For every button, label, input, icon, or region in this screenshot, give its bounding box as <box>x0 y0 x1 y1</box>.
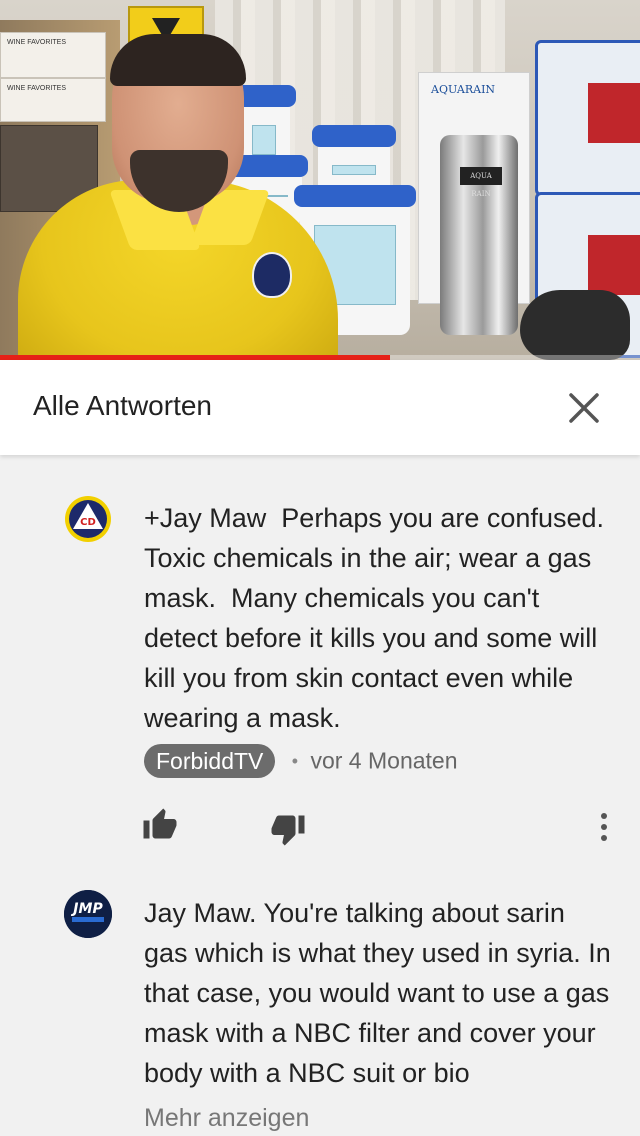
video-person-patch <box>252 252 292 298</box>
comment-actions <box>0 807 640 847</box>
like-button[interactable] <box>142 807 178 843</box>
avatar[interactable]: CD <box>64 495 112 543</box>
svg-text:CD: CD <box>80 517 96 528</box>
comment-text: +Jay Maw Perhaps you are confused. Toxic… <box>144 503 619 733</box>
svg-text:JMP: JMP <box>70 901 103 917</box>
show-more-link[interactable]: Mehr anzeigen <box>144 1104 309 1133</box>
panel-title: Alle Antworten <box>33 390 212 421</box>
video-box: WINE FAVORITES <box>0 32 106 78</box>
close-button[interactable] <box>562 386 606 430</box>
meta-separator: • <box>291 750 299 771</box>
avatar[interactable]: JMP <box>64 890 112 938</box>
jmp-logo-icon: JMP <box>64 890 112 938</box>
video-storage-bin <box>535 40 640 196</box>
comment-text: Jay Maw. You're talking about sarin gas … <box>144 898 619 1088</box>
thumbs-up-icon <box>143 808 177 839</box>
replies-list[interactable]: CD +Jay Maw Perhaps you are confused. To… <box>0 455 640 1136</box>
more-options-button[interactable] <box>592 807 616 847</box>
video-person-hair <box>110 34 246 86</box>
replies-panel-header: Alle Antworten <box>0 360 640 455</box>
dislike-button[interactable] <box>270 811 306 847</box>
video-player[interactable]: WINE FAVORITES WINE FAVORITES AQUARAIN A… <box>0 0 640 360</box>
thumbs-down-icon <box>271 815 305 846</box>
video-water-filter: AQUA RAIN <box>440 135 518 335</box>
more-vert-icon <box>601 813 607 841</box>
comment-timestamp: vor 4 Monaten <box>310 747 458 774</box>
comment-meta: ForbiddTV • vor 4 Monaten <box>144 744 458 778</box>
close-icon <box>569 393 599 423</box>
video-box: WINE FAVORITES <box>0 78 106 122</box>
video-gas-mask <box>520 290 630 360</box>
author-chip[interactable]: ForbiddTV <box>144 744 276 778</box>
civil-defense-logo-icon: CD <box>65 496 111 542</box>
